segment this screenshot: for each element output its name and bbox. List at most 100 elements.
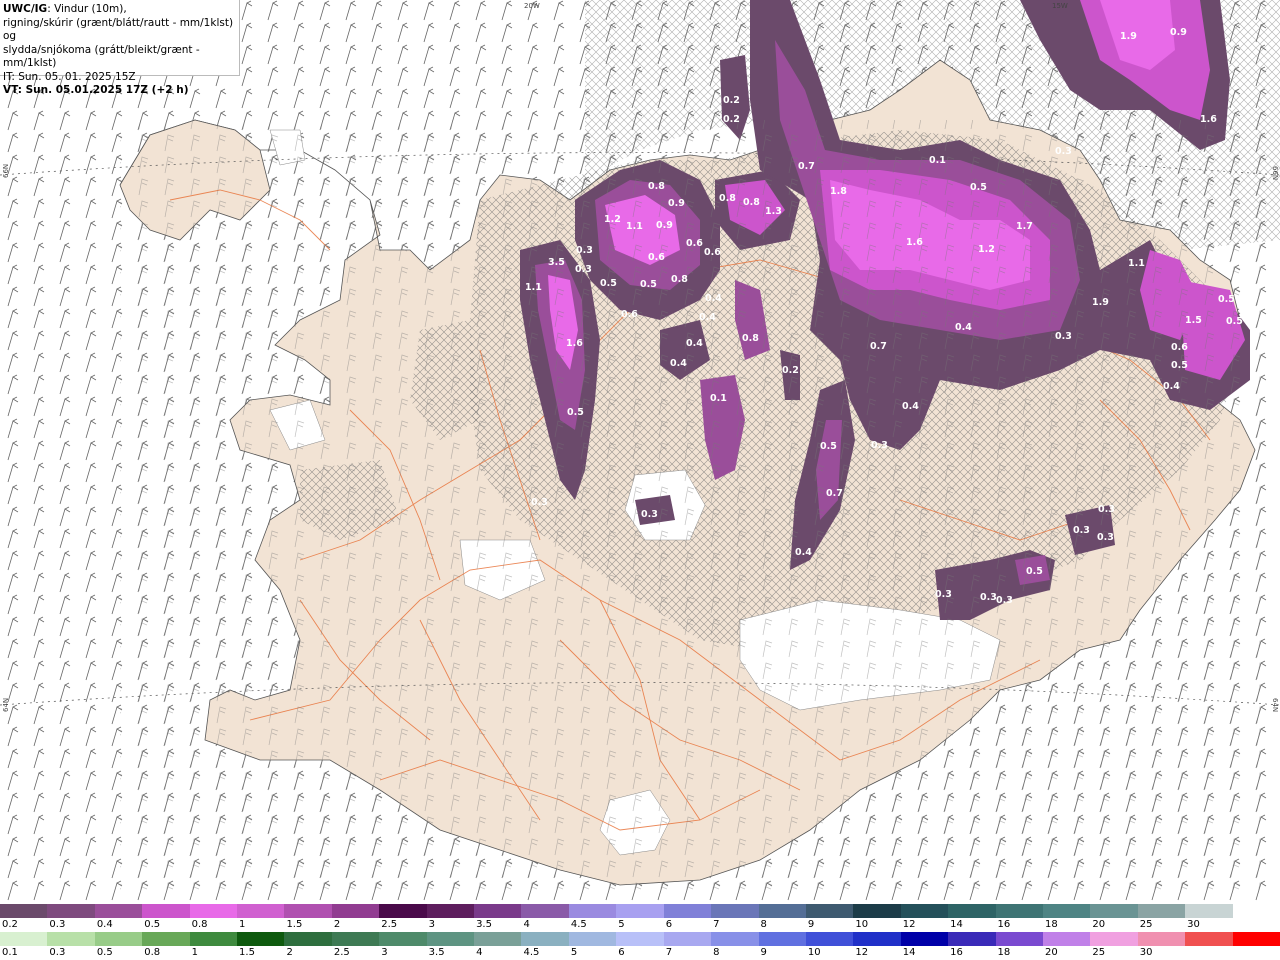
precip-label: 0.4: [686, 338, 703, 349]
snow-scale-swatch: [189, 904, 238, 918]
rain-scale-tick: 3.5: [428, 947, 445, 958]
precip-label: 0.4: [670, 358, 687, 369]
snow-scale-tick: 25: [1139, 919, 1153, 930]
snow-scale-swatch: [331, 904, 380, 918]
rain-scale-tick: 12: [855, 947, 869, 958]
precip-label: 1.9: [1120, 31, 1137, 42]
snow-scale-tick: 8: [760, 919, 767, 930]
precip-label: 0.4: [955, 322, 972, 333]
precip-label: 0.5: [970, 182, 987, 193]
rain-scale-swatch: [284, 932, 333, 946]
precip-label: 0.2: [723, 95, 740, 106]
precip-label: 0.4: [699, 312, 716, 323]
snow-scale-swatch: [948, 904, 997, 918]
snow-scale-swatch: [805, 904, 854, 918]
header-line2: rigning/skúrir (grænt/blátt/rautt - mm/1…: [3, 16, 234, 43]
precip-label: 0.5: [820, 441, 837, 452]
precip-label: 0.3: [1055, 146, 1072, 157]
precip-label: 1.2: [978, 244, 995, 255]
snow-scale-swatch: [995, 904, 1044, 918]
snow-scale-tick: 20: [1092, 919, 1106, 930]
rain-scale-tick: 2: [286, 947, 293, 958]
snow-scale-tick: 9: [807, 919, 815, 930]
rain-scale-swatch: [426, 932, 475, 946]
precip-label: 0.3: [531, 497, 548, 508]
rain-scale-swatch: [47, 932, 96, 946]
rain-scale-swatch: [237, 932, 285, 946]
snow-scale-ticks: 0.2 0.3 0.4 0.5 0.8 1 1.5 2 2.5 3 3.5 4 4.5 5 6 7 8 9 10 12…: [0, 919, 1280, 931]
graticule-20w: 20W: [524, 2, 540, 10]
rain-scale-swatch: [331, 932, 380, 946]
snow-scale-tick: 14: [950, 919, 963, 930]
rain-scale-tick: 0.1: [2, 947, 18, 958]
precip-label: 0.5: [1026, 566, 1043, 577]
graticule-64n-left: 64N: [2, 698, 10, 712]
snow-scale-tick: 0.8: [191, 919, 208, 930]
snow-scale-swatch: [1090, 904, 1139, 918]
precip-label: 0.7: [826, 488, 843, 499]
rain-scale-swatch: [379, 932, 428, 946]
precip-label: 0.7: [870, 341, 887, 352]
precip-label: 0.8: [719, 193, 736, 204]
precip-label: 0.4: [902, 401, 919, 412]
snow-scale-swatch: [900, 904, 949, 918]
rain-scale-swatch: [1185, 932, 1234, 946]
precip-label: 1.8: [830, 186, 847, 197]
map-header: UWC/IG: Vindur (10m), rigning/skúrir (gr…: [0, 0, 240, 96]
precip-label: 1.1: [525, 282, 542, 293]
rain-scale-tick: 3: [381, 947, 388, 958]
rain-scale-tick: 5: [570, 947, 578, 958]
snow-scale-tick: 4: [523, 919, 530, 930]
snow-scale-tick: 18: [1044, 919, 1058, 930]
snow-scale-swatch: [1042, 904, 1091, 918]
snow-scale-tick: 1: [239, 919, 246, 930]
precip-label: 0.3: [1097, 532, 1114, 543]
precip-label: 0.4: [1163, 381, 1180, 392]
snow-scale-swatch: [284, 904, 333, 918]
rain-scale-swatch: [474, 932, 522, 946]
precip-label: 0.3: [996, 595, 1013, 606]
precip-label: 1.2: [604, 214, 621, 225]
snow-scale-swatch: [142, 904, 191, 918]
rain-scale-tick: 4: [476, 947, 483, 958]
rain-scale-swatch: [900, 932, 949, 946]
precip-label: 1.9: [1092, 297, 1109, 308]
rain-scale-swatch: [853, 932, 902, 946]
precip-label: 0.1: [929, 155, 946, 166]
graticule-64n-right: 64N: [1271, 698, 1279, 712]
weather-map[interactable]: 1.9 0.9 1.6 0.2 0.2 0.7 0.1 0.5 0.3 0.8 …: [0, 0, 1280, 902]
precip-label: 0.3: [1055, 331, 1072, 342]
precip-label: 1.6: [1200, 114, 1217, 125]
rain-scale-swatch: [758, 932, 807, 946]
precip-label: 0.9: [656, 220, 673, 231]
precip-label: 0.8: [743, 197, 760, 208]
precip-label: 0.3: [641, 509, 658, 520]
header-line1: : Vindur (10m),: [47, 3, 127, 15]
snow-scale-swatch: [663, 904, 712, 918]
rain-scale-tick: 14: [902, 947, 916, 958]
rain-scale-tick: 10: [807, 947, 821, 958]
init-time: IT: Sun. 05. 01. 2025 15Z: [3, 70, 136, 83]
rain-scale-tick: 1.5: [239, 947, 255, 958]
snow-scale-swatch: [568, 904, 617, 918]
rain-scale-swatch: [1090, 932, 1139, 946]
precip-label: 3.5: [548, 257, 565, 268]
precip-label: 0.7: [798, 161, 815, 172]
graticule-66n-right: 66N: [1271, 166, 1279, 180]
precip-label: 0.3: [935, 589, 952, 600]
snow-scale-swatch: [711, 904, 760, 918]
snow-scale-tick: 3.5: [476, 919, 492, 930]
snow-scale-tick: 10: [855, 919, 869, 930]
snow-scale-tick: 0.5: [144, 919, 161, 930]
precip-label: 0.6: [704, 247, 721, 258]
precip-label: 1.1: [1128, 258, 1145, 269]
precip-label: 0.3: [576, 245, 593, 256]
precip-label: 0.6: [648, 252, 665, 263]
precip-label: 0.8: [671, 274, 688, 285]
snow-scale-swatch: [0, 904, 48, 918]
rain-scale-tick: 9: [760, 947, 767, 958]
product-code: UWC/IG: [3, 3, 48, 15]
snow-scale-tick: 1.5: [286, 919, 303, 930]
precip-label: 0.4: [795, 547, 812, 558]
snow-scale-swatch: [237, 904, 285, 918]
